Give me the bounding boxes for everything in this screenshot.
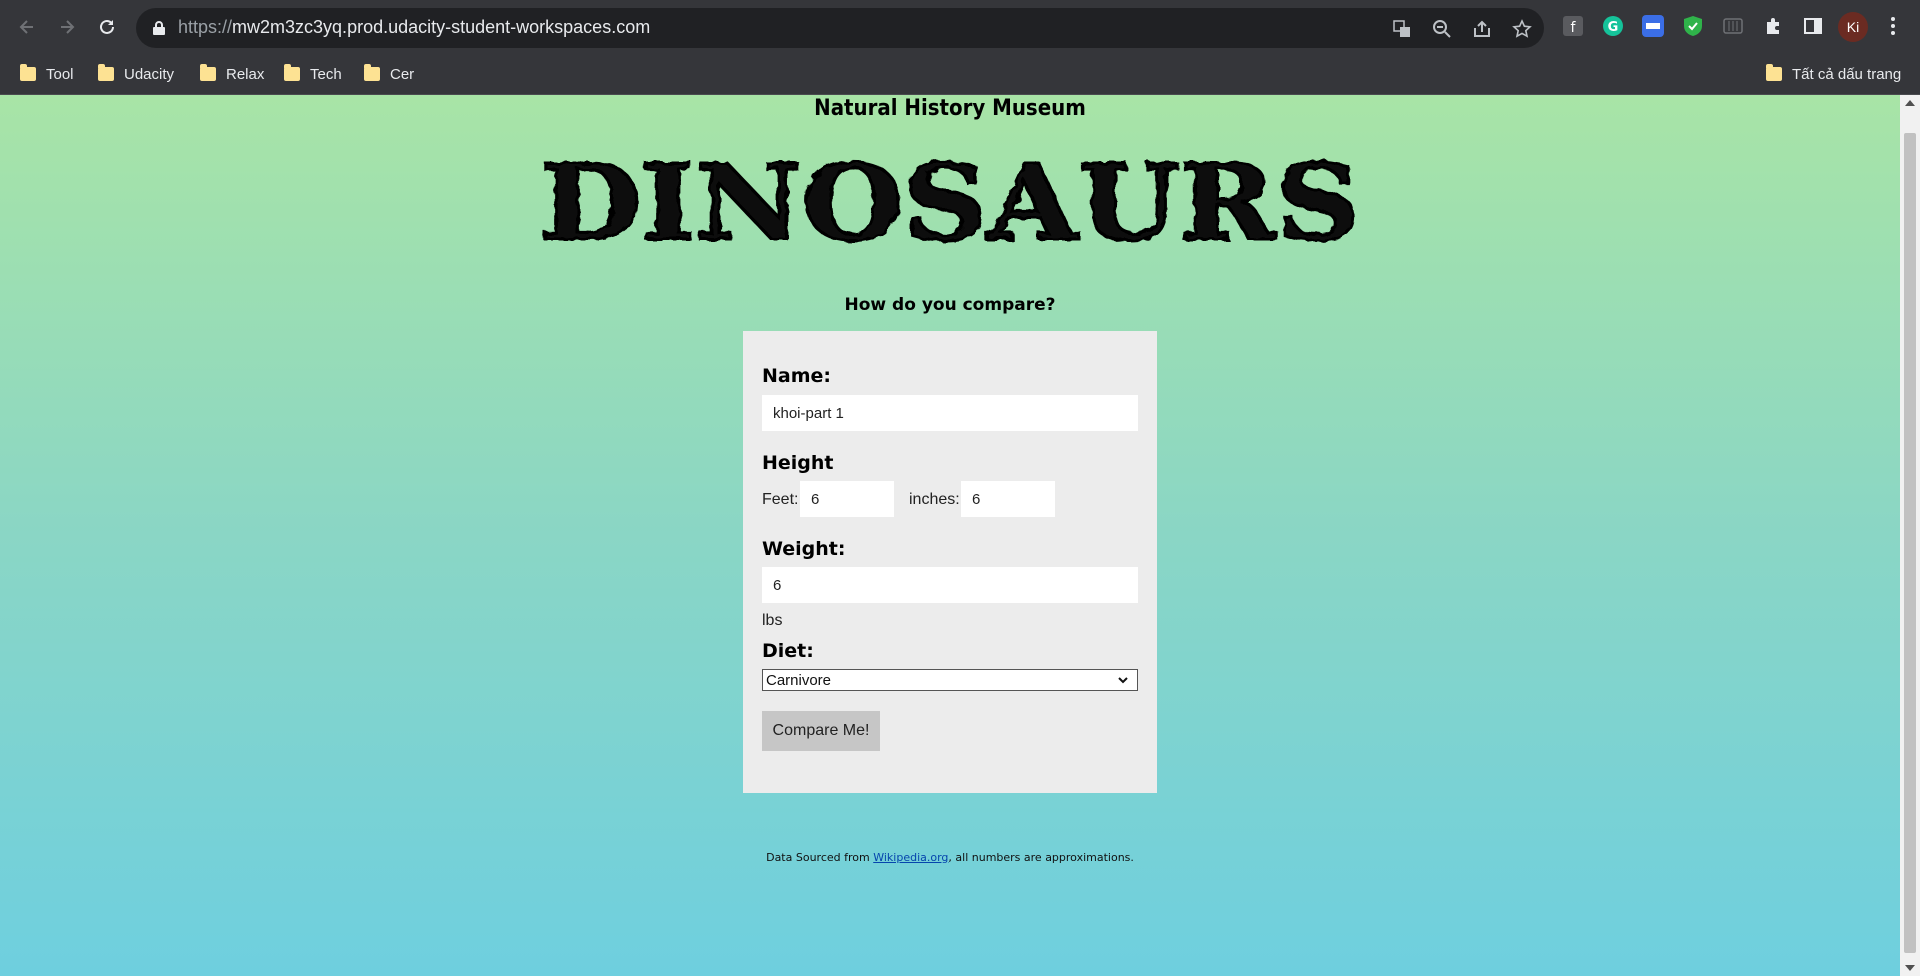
forward-arrow-icon [61,20,75,34]
weight-label: Weight: [762,538,846,560]
page-viewport: Natural History Museum DINOSAURS How do … [0,95,1900,976]
bookmark-udacity[interactable]: Udacity [98,63,174,85]
svg-text:DINOSAURS: DINOSAURS [540,151,1360,251]
shield-extension[interactable] [1680,13,1706,39]
name-label: Name: [762,365,832,387]
facebook-icon: f [1563,16,1583,36]
compare-form: Name: khoi-part 1 Height Feet: 6 inches:… [743,331,1157,793]
feet-input[interactable]: 6 [800,481,894,517]
bookmark-label: Relax [226,65,265,83]
browser-menu-button[interactable] [1880,13,1906,39]
dinosaurs-logo: DINOSAURS [539,151,1362,251]
profile-avatar[interactable]: Ki [1838,12,1868,42]
browser-toolbar: https://mw2m3zc3yq.prod.udacity-student-… [0,0,1920,54]
lock-icon [153,21,165,35]
bookmark-tech[interactable]: Tech [284,63,342,85]
grammarly-extension[interactable]: G [1600,13,1626,39]
reload-icon [100,19,114,34]
translator-icon [1642,15,1664,37]
bookmark-label: Cer [390,65,415,83]
back-arrow-icon [19,20,33,34]
folder-icon [1766,64,1782,81]
translate-icon [1393,20,1410,37]
bookmark-label: Tool [46,65,74,83]
star-icon [1512,19,1532,38]
shield-icon [1684,16,1702,36]
height-label: Height [762,452,834,474]
bookmark-tool[interactable]: Tool [20,63,74,85]
chevron-down-icon [1118,677,1128,684]
side-panel-button[interactable] [1800,13,1826,39]
footer-suffix: , all numbers are approximations. [948,851,1134,864]
feet-label: Feet: [762,491,799,508]
grid-icon [1723,18,1743,34]
wikipedia-link[interactable]: Wikipedia.org [873,851,948,864]
inches-input[interactable]: 6 [961,481,1055,517]
side-panel-icon [1804,18,1822,34]
inches-label: inches: [909,491,960,508]
puzzle-icon [1767,18,1779,34]
bookmarks-bar: Tool Udacity Relax Tech Cer Tất cả dấu t… [0,54,1920,95]
all-bookmarks-label: Tất cả dấu trang [1792,65,1902,83]
facebook-extension[interactable]: f [1560,13,1586,39]
bookmark-label: Udacity [124,65,175,83]
folder-icon [98,64,114,81]
svg-text:G: G [1608,20,1619,35]
diet-label: Diet: [762,640,814,662]
reload-button[interactable] [92,12,122,42]
footer-note: Data Sourced from Wikipedia.org, all num… [0,851,1900,864]
diet-select[interactable]: Carnivore [762,669,1138,691]
weight-unit: lbs [762,612,783,629]
more-vertical-icon [1891,17,1895,35]
footer-prefix: Data Sourced from [766,851,874,864]
grammarly-icon: G [1603,16,1623,36]
bookmark-cer[interactable]: Cer [364,63,414,85]
zoom-out-icon [1433,20,1451,38]
all-bookmarks[interactable]: Tất cả dấu trang [1766,63,1901,85]
translate-button[interactable] [1390,17,1414,41]
bookmark-star-button[interactable] [1510,17,1534,41]
museum-title: Natural History Museum [814,96,1086,121]
bookmark-label: Tech [310,65,342,83]
bookmark-relax[interactable]: Relax [200,63,264,85]
name-input[interactable]: khoi-part 1 [762,395,1138,431]
page-scrollbar[interactable] [1900,95,1920,976]
compare-heading: How do you compare? [844,295,1056,315]
url-host: mw2m3zc3yq.prod.udacity-student-workspac… [232,17,651,37]
folder-icon [200,64,216,81]
folder-icon [284,64,300,81]
weight-input[interactable]: 6 [762,567,1138,603]
scroll-thumb[interactable] [1904,133,1916,953]
forward-button[interactable] [52,12,82,42]
url-scheme: https:// [178,17,233,37]
share-icon [1474,20,1490,37]
address-bar[interactable]: https://mw2m3zc3yq.prod.udacity-student-… [136,8,1544,48]
translator-extension[interactable] [1640,13,1666,39]
scroll-down-arrow-icon[interactable] [1905,965,1915,971]
back-button[interactable] [12,12,42,42]
extensions-button[interactable] [1760,13,1786,39]
folder-icon [20,64,36,81]
grid-extension[interactable] [1720,13,1746,39]
url-text: https://mw2m3zc3yq.prod.udacity-student-… [178,17,650,38]
share-button[interactable] [1470,17,1494,41]
zoom-button[interactable] [1430,17,1454,41]
scroll-up-arrow-icon[interactable] [1905,100,1915,106]
compare-button[interactable]: Compare Me! [762,711,880,751]
diet-selected-value: Carnivore [766,671,832,689]
folder-icon [364,64,380,81]
